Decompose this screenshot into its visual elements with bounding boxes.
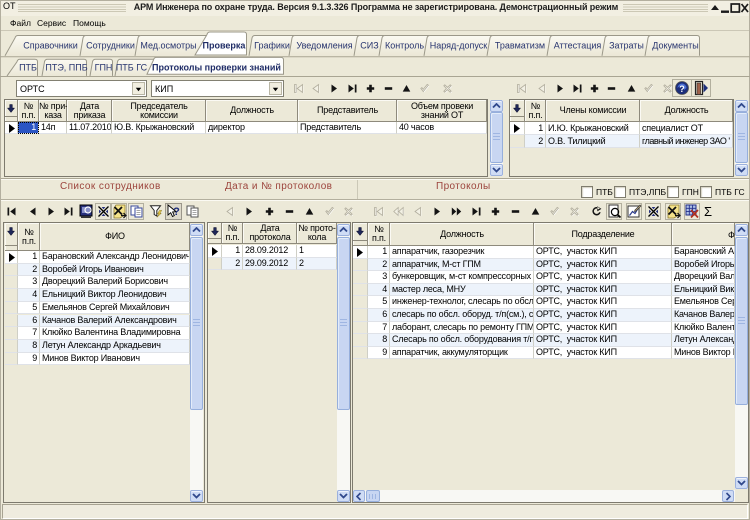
svg-text:Травматизм: Травматизм <box>495 41 545 51</box>
svg-text:Проверка: Проверка <box>203 41 247 51</box>
svg-text:Графики: Графики <box>254 41 290 51</box>
svg-text:ПТБ ГС: ПТБ ГС <box>116 63 148 73</box>
svg-text:СИЗ: СИЗ <box>360 41 378 51</box>
svg-text:Справочники: Справочники <box>23 41 78 51</box>
svg-text:Затраты: Затраты <box>609 41 644 51</box>
svg-text:Наряд-допуск: Наряд-допуск <box>430 41 488 51</box>
svg-text:Протоколы проверки знаний: Протоколы проверки знаний <box>152 63 281 73</box>
svg-text:ГПН: ГПН <box>95 63 113 73</box>
svg-text:?: ? <box>679 84 685 94</box>
svg-text:Сотрудники: Сотрудники <box>86 41 135 51</box>
svg-text:Мед.осмотры: Мед.осмотры <box>140 41 196 51</box>
svg-text:Аттестация: Аттестация <box>554 41 602 51</box>
svg-text:Контроль: Контроль <box>385 41 424 51</box>
svg-text:Документы: Документы <box>652 41 698 51</box>
svg-text:Уведомления: Уведомления <box>296 41 352 51</box>
svg-text:?: ? <box>173 206 180 218</box>
svg-text:ПТБ: ПТБ <box>19 63 37 73</box>
svg-text:ПТЭ, ППБ: ПТЭ, ППБ <box>45 63 87 73</box>
